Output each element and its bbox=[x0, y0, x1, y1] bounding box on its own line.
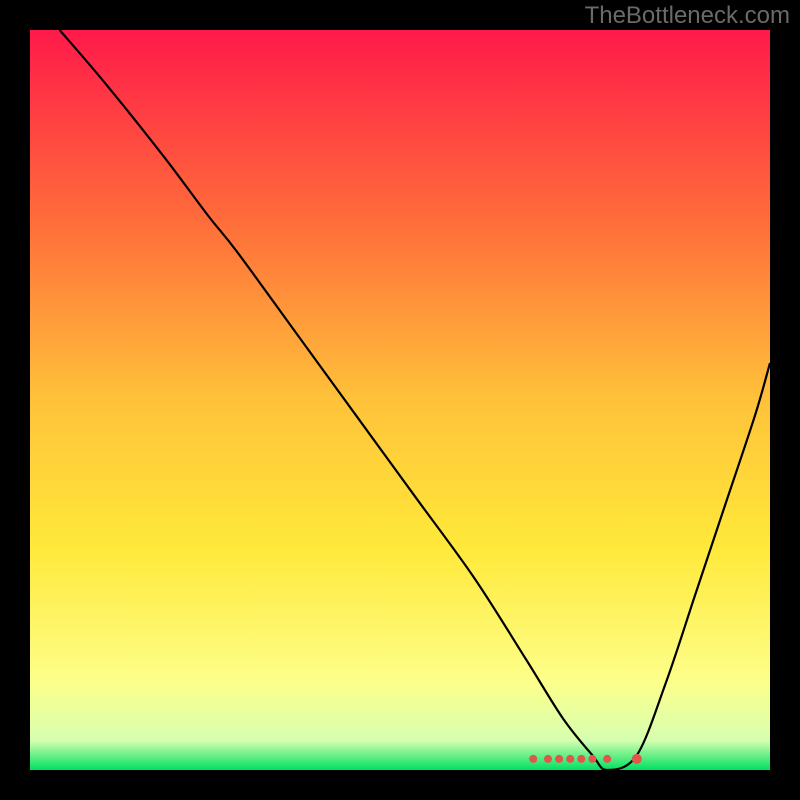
highlight-point bbox=[577, 755, 585, 763]
gradient-background bbox=[30, 30, 770, 770]
highlight-point bbox=[588, 755, 596, 763]
highlight-point bbox=[555, 755, 563, 763]
highlight-point bbox=[529, 755, 537, 763]
highlight-point bbox=[603, 755, 611, 763]
watermark-text: TheBottleneck.com bbox=[585, 2, 790, 30]
chart-frame: TheBottleneck.com bbox=[0, 0, 800, 800]
chart-svg bbox=[30, 30, 770, 770]
highlight-point bbox=[632, 754, 642, 764]
highlight-point bbox=[566, 755, 574, 763]
highlight-point bbox=[544, 755, 552, 763]
plot-area bbox=[30, 30, 770, 770]
